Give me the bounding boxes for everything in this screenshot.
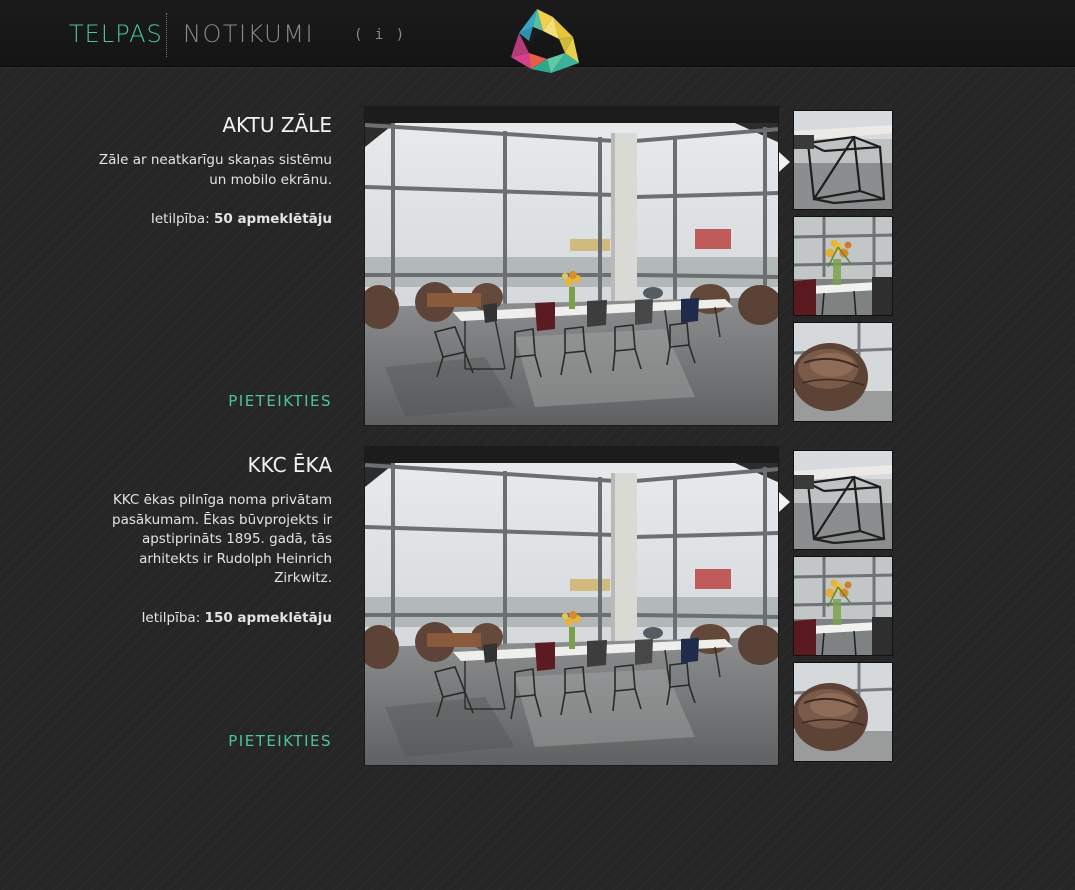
capacity-value: 150 apmeklētāju [204, 609, 332, 626]
capacity-value: 50 apmeklētāju [213, 211, 332, 227]
space-description: Zāle ar neatkarīgu skaņas sistēmu un mob… [98, 152, 332, 188]
photo-thumbnail[interactable] [793, 450, 893, 550]
photo-thumbnail[interactable] [793, 556, 893, 656]
space-card-kkc-eka: KKC ĒKA KKC ēkas pilnīga noma privātam p… [0, 446, 1075, 766]
space-card-aktu-zale: AKTU ZĀLE Zāle ar neatkarīgu skaņas sist… [0, 106, 1075, 426]
info-button[interactable]: ( i ) [354, 27, 406, 43]
space-title: KKC ĒKA [247, 453, 332, 477]
apply-link[interactable]: PIETEIKTIES [228, 732, 332, 750]
space-title: AKTU ZĀLE [222, 113, 332, 137]
pointer-arrow-icon [779, 492, 790, 512]
nav-tab-telpas[interactable]: TELPAS [69, 20, 163, 48]
space-capacity: Ietilpība: 50 apmeklētāju [80, 209, 332, 229]
main-photo [364, 106, 779, 426]
pointer-arrow-icon [779, 152, 790, 172]
space-info: AKTU ZĀLE Zāle ar neatkarīgu skaņas sist… [80, 106, 332, 426]
capacity-label: Ietilpība: [150, 211, 210, 227]
photo-thumbnail[interactable] [793, 110, 893, 210]
photo-thumbnail[interactable] [793, 662, 893, 762]
photo-thumbnail[interactable] [793, 216, 893, 316]
capacity-label: Ietilpība: [141, 609, 201, 626]
apply-link[interactable]: PIETEIKTIES [228, 392, 332, 410]
space-description: KKC ēkas pilnīga noma privātam pasākumam… [112, 492, 332, 586]
nav-divider [166, 13, 167, 57]
main-photo [364, 446, 779, 766]
top-navigation-bar: TELPAS NOTIKUMI ( i ) [0, 0, 1075, 73]
photo-thumbnail[interactable] [793, 322, 893, 422]
space-info: KKC ĒKA KKC ēkas pilnīga noma privātam p… [80, 446, 332, 766]
triangle-logo-icon[interactable] [507, 7, 583, 79]
space-capacity: Ietilpība: 150 apmeklētāju [80, 608, 332, 628]
nav-tab-notikumi[interactable]: NOTIKUMI [183, 20, 314, 48]
